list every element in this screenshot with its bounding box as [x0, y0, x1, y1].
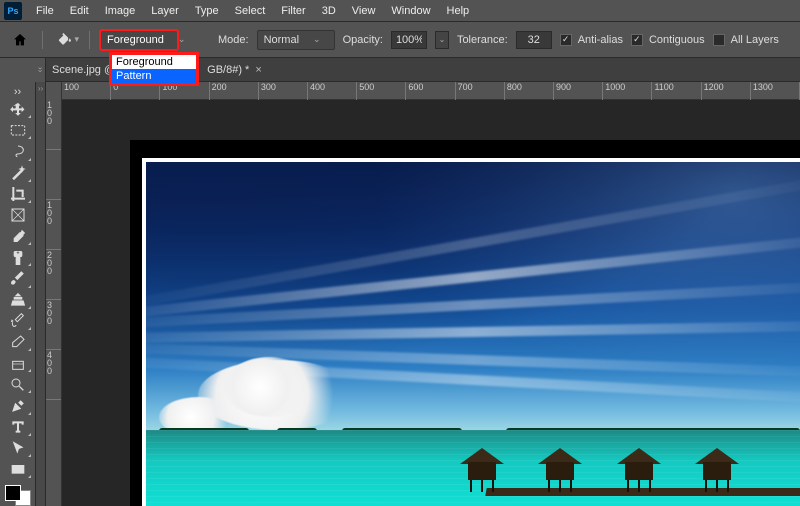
- eyedropper-tool[interactable]: [4, 227, 32, 246]
- tolerance-input[interactable]: [516, 31, 552, 49]
- color-swatches[interactable]: [5, 485, 31, 506]
- opacity-input[interactable]: [391, 31, 427, 49]
- ruler-tick: 1300: [751, 82, 800, 100]
- opacity-stepper[interactable]: ⌄: [435, 31, 449, 49]
- spot-healing-tool[interactable]: [4, 248, 32, 267]
- paint-bucket-tool[interactable]: [4, 354, 32, 373]
- crop-tool[interactable]: [4, 185, 32, 204]
- brush-tool[interactable]: [4, 269, 32, 288]
- divider: [89, 31, 90, 49]
- clone-stamp-tool[interactable]: [4, 291, 32, 310]
- canvas[interactable]: [142, 158, 800, 506]
- ruler-tick: 600: [406, 82, 455, 100]
- menu-select[interactable]: Select: [227, 2, 274, 20]
- document-tab-prefix: Scene.jpg @: [52, 64, 115, 76]
- checkbox-icon: ✓: [560, 34, 572, 46]
- ruler-tick: 1 0 0: [46, 200, 61, 250]
- alllayers-label: All Layers: [731, 34, 779, 46]
- main-area: ›› ›› 1 0 0 1 0 0 2 0: [0, 82, 800, 506]
- ruler-tick: 300: [259, 82, 308, 100]
- fill-source-dropdown[interactable]: Foreground ⌄: [100, 30, 178, 50]
- menu-help[interactable]: Help: [439, 2, 478, 20]
- paint-bucket-icon[interactable]: ▾: [57, 29, 79, 51]
- ruler-tick: 1200: [702, 82, 751, 100]
- antialias-label: Anti-alias: [578, 34, 623, 46]
- ruler-tick: 200: [210, 82, 259, 100]
- close-tab-icon[interactable]: ×: [255, 64, 261, 76]
- chevron-down-icon: ⌄: [313, 34, 321, 45]
- document-tab-suffix: GB/8#) *: [207, 64, 249, 76]
- ruler-tick: 3 0 0: [46, 300, 61, 350]
- dodge-tool[interactable]: [4, 375, 32, 394]
- opacity-label: Opacity:: [343, 34, 383, 46]
- ruler-tick: 700: [456, 82, 505, 100]
- alllayers-checkbox[interactable]: All Layers: [713, 34, 779, 46]
- blend-mode-dropdown[interactable]: Normal ⌄: [257, 30, 335, 50]
- contiguous-label: Contiguous: [649, 34, 705, 46]
- ruler-tick: 100: [62, 82, 111, 100]
- menu-edit[interactable]: Edit: [62, 2, 97, 20]
- collapse-toolbar-icon[interactable]: ››: [4, 86, 32, 98]
- tools-panel: ››: [0, 82, 36, 506]
- document-window: ›› 1 0 0 1 0 0 2 0 0 3 0 0 4 0 0 100 0 1…: [36, 82, 800, 506]
- tolerance-label: Tolerance:: [457, 34, 508, 46]
- menu-view[interactable]: View: [344, 2, 384, 20]
- menu-image[interactable]: Image: [97, 2, 144, 20]
- move-tool[interactable]: [4, 100, 32, 119]
- lasso-tool[interactable]: [4, 142, 32, 161]
- ruler-tick: 1100: [652, 82, 701, 100]
- ruler-tick: 500: [357, 82, 406, 100]
- menu-file[interactable]: File: [28, 2, 62, 20]
- ruler-tick: [46, 150, 61, 200]
- contiguous-checkbox[interactable]: ✓ Contiguous: [631, 34, 705, 46]
- home-button[interactable]: [8, 28, 32, 52]
- frame-tool[interactable]: [4, 206, 32, 225]
- path-selection-tool[interactable]: [4, 439, 32, 458]
- menu-layer[interactable]: Layer: [143, 2, 187, 20]
- ruler-tick: 1000: [603, 82, 652, 100]
- ruler-tick: 800: [505, 82, 554, 100]
- ruler-tick: 900: [554, 82, 603, 100]
- type-tool[interactable]: [4, 418, 32, 437]
- blend-mode-value: Normal: [264, 34, 299, 46]
- ruler-vertical[interactable]: 1 0 0 1 0 0 2 0 0 3 0 0 4 0 0: [46, 82, 62, 506]
- menu-window[interactable]: Window: [383, 2, 438, 20]
- fill-option-pattern[interactable]: Pattern: [112, 69, 196, 83]
- pen-tool[interactable]: [4, 396, 32, 415]
- menu-type[interactable]: Type: [187, 2, 227, 20]
- checkbox-icon: [713, 34, 725, 46]
- foreground-swatch[interactable]: [5, 485, 21, 501]
- panel-collapse-arrow[interactable]: ››: [36, 82, 46, 506]
- shape-tool[interactable]: [4, 460, 32, 479]
- ruler-tick: 1 0 0: [46, 100, 61, 150]
- history-brush-tool[interactable]: [4, 312, 32, 331]
- ruler-tick: 4 0 0: [46, 350, 61, 400]
- fill-source-value: Foreground: [107, 34, 164, 46]
- fill-source-dropdown-list[interactable]: Foreground Pattern: [110, 53, 198, 85]
- menu-bar: Ps File Edit Image Layer Type Select Fil…: [0, 0, 800, 22]
- eraser-tool[interactable]: [4, 333, 32, 352]
- divider: [42, 31, 43, 49]
- chevron-down-icon: ⌄: [178, 34, 186, 45]
- mode-label: Mode:: [218, 34, 249, 46]
- image-content: [146, 162, 800, 506]
- menu-3d[interactable]: 3D: [314, 2, 344, 20]
- antialias-checkbox[interactable]: ✓ Anti-alias: [560, 34, 623, 46]
- magic-wand-tool[interactable]: [4, 164, 32, 183]
- checkbox-icon: ✓: [631, 34, 643, 46]
- menu-filter[interactable]: Filter: [273, 2, 313, 20]
- ruler-tick: 2 0 0: [46, 250, 61, 300]
- panel-expand-icon[interactable]: ››: [36, 58, 46, 82]
- rectangular-marquee-tool[interactable]: [4, 121, 32, 140]
- chevron-down-icon: ▾: [74, 34, 79, 45]
- fill-option-foreground[interactable]: Foreground: [112, 55, 196, 69]
- ruler-tick: 400: [308, 82, 357, 100]
- app-logo: Ps: [4, 2, 22, 20]
